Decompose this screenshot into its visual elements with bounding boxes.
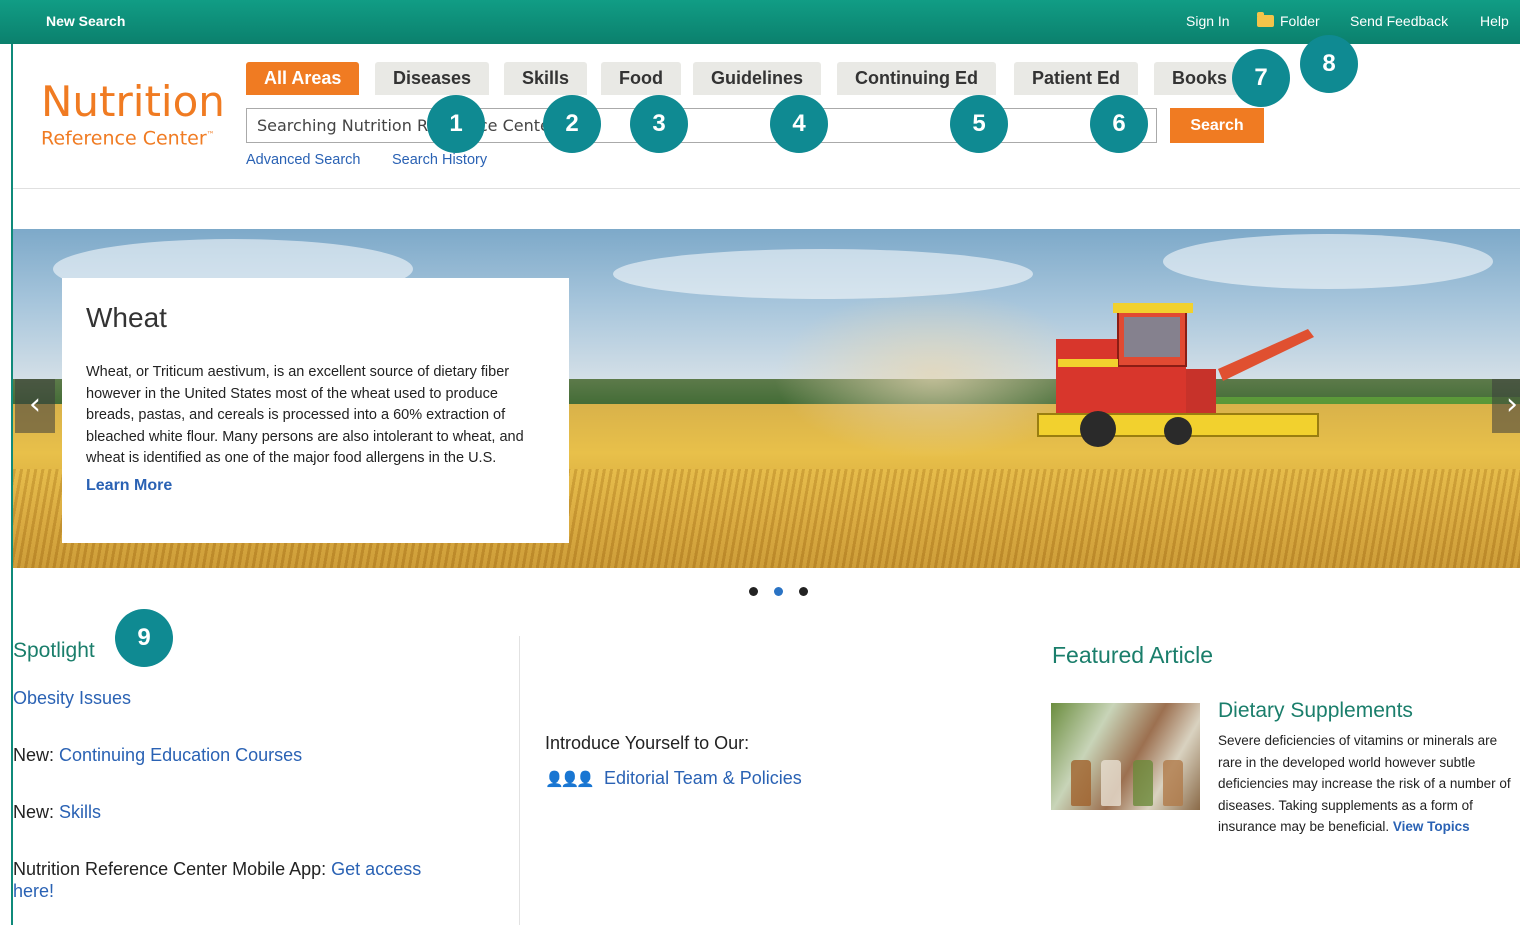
bottle-shape [1101, 760, 1121, 806]
editorial-team-row: 👤👤👤 Editorial Team & Policies [545, 768, 802, 789]
folder-link[interactable]: Folder [1257, 12, 1320, 29]
spotlight-heading: Spotlight [13, 639, 95, 662]
carousel-next-button[interactable]: › [1492, 379, 1520, 433]
carousel-dot-3[interactable] [799, 587, 808, 596]
tab-food[interactable]: Food [601, 62, 681, 95]
sign-in-link[interactable]: Sign In [1186, 13, 1230, 29]
hero-cloud [1163, 234, 1493, 289]
combine-harvester-image [1037, 303, 1319, 447]
site-logo[interactable]: Nutrition Reference Center™ [41, 77, 225, 150]
hero-title: Wheat [86, 302, 167, 333]
spotlight-obesity-link[interactable]: Obesity Issues [13, 687, 483, 709]
dietary-supplements-link[interactable]: Dietary Supplements [1218, 699, 1413, 723]
bottle-shape [1163, 760, 1183, 806]
help-link[interactable]: Help [1480, 13, 1509, 29]
callout-badge-2: 2 [543, 95, 601, 153]
bottle-shape [1133, 760, 1153, 806]
search-history-link[interactable]: Search History [392, 152, 487, 168]
hero-description: Wheat, or Triticum aestivum, is an excel… [86, 364, 524, 466]
featured-article-heading: Featured Article [1052, 642, 1214, 668]
search-button[interactable]: Search [1170, 108, 1264, 143]
folder-label: Folder [1280, 13, 1320, 29]
carousel-dot-1[interactable] [749, 587, 758, 596]
column-divider [519, 636, 520, 925]
spotlight-item-app: Nutrition Reference Center Mobile App: G… [13, 859, 422, 901]
editorial-team-link[interactable]: Editorial Team & Policies [604, 768, 802, 789]
advanced-search-link[interactable]: Advanced Search [246, 152, 360, 168]
hero-carousel: Wheat Wheat, or Triticum aestivum, is an… [13, 229, 1520, 568]
tab-diseases[interactable]: Diseases [375, 62, 490, 95]
introduce-yourself-text: Introduce Yourself to Our: [545, 733, 750, 753]
callout-badge-4: 4 [770, 95, 828, 153]
logo-title: Nutrition [41, 77, 225, 126]
logo-subtitle: Reference Center™ [41, 127, 215, 150]
tab-patient-ed[interactable]: Patient Ed [1014, 62, 1139, 95]
supplements-thumbnail[interactable] [1051, 703, 1200, 810]
callout-badge-5: 5 [950, 95, 1008, 153]
continuing-education-link[interactable]: Continuing Education Courses [59, 745, 302, 765]
bottle-shape [1071, 760, 1091, 806]
header-divider [13, 188, 1520, 189]
tab-books[interactable]: Books [1154, 62, 1238, 95]
folder-icon [1257, 12, 1274, 27]
callout-badge-6: 6 [1090, 95, 1148, 153]
callout-badge-8: 8 [1300, 35, 1358, 93]
carousel-prev-button[interactable]: ‹ [15, 379, 55, 433]
callout-badge-1: 1 [427, 95, 485, 153]
featured-article-summary: Severe deficiencies of vitamins or miner… [1218, 733, 1511, 834]
callout-badge-9: 9 [115, 609, 173, 667]
carousel-dot-2[interactable] [774, 587, 783, 596]
carousel-indicators [749, 587, 808, 596]
new-search-link[interactable]: New Search [46, 13, 125, 29]
tab-skills[interactable]: Skills [504, 62, 588, 95]
learn-more-link[interactable]: Learn More [86, 477, 545, 495]
view-topics-link[interactable]: View Topics [1393, 819, 1470, 834]
tab-all-areas[interactable]: All Areas [246, 62, 360, 95]
spotlight-item-ce: New: Continuing Education Courses [13, 745, 303, 765]
callout-badge-7: 7 [1232, 49, 1290, 107]
top-toolbar: New Search Sign In Folder Send Feedback … [0, 0, 1520, 44]
send-feedback-link[interactable]: Send Feedback [1350, 13, 1448, 29]
tab-continuing-ed[interactable]: Continuing Ed [837, 62, 996, 95]
search-input[interactable] [246, 108, 1157, 143]
people-group-icon: 👤👤👤 [545, 770, 595, 788]
callout-badge-3: 3 [630, 95, 688, 153]
spotlight-item-skills: New: Skills [13, 802, 102, 822]
tab-guidelines[interactable]: Guidelines [693, 62, 822, 95]
hero-caption-card: Wheat Wheat, or Triticum aestivum, is an… [62, 278, 569, 543]
skills-link[interactable]: Skills [59, 802, 101, 822]
